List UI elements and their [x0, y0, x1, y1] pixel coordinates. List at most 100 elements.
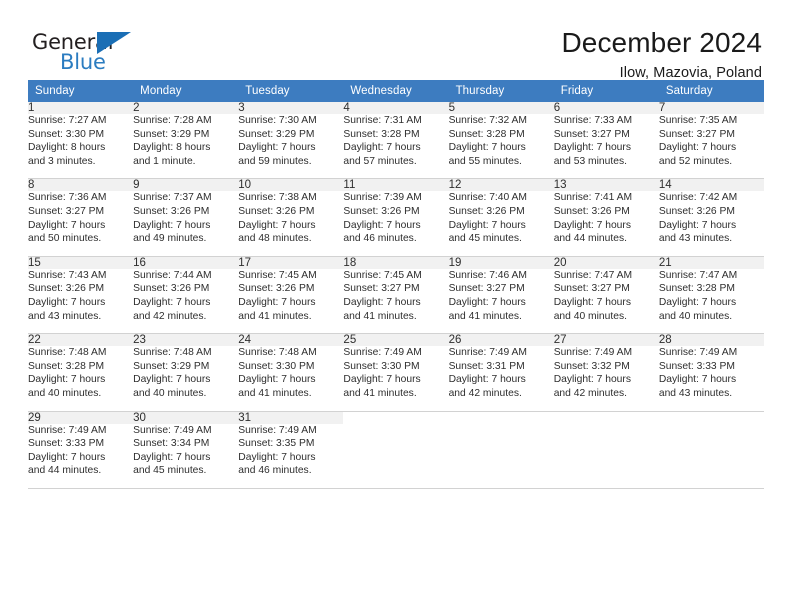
day-cell[interactable]: Sunrise: 7:48 AM Sunset: 3:28 PM Daylight:… — [28, 346, 133, 400]
day-cell[interactable]: Sunrise: 7:49 AM Sunset: 3:30 PM Daylight:… — [343, 346, 448, 400]
day-cell[interactable]: Sunrise: 7:49 AM Sunset: 3:31 PM Daylight:… — [449, 346, 554, 400]
general-blue-logo[interactable]: General Blue — [32, 28, 152, 78]
day-cell[interactable]: Sunrise: 7:42 AM Sunset: 3:26 PM Daylight:… — [659, 191, 764, 245]
day-cell[interactable]: Sunrise: 7:35 AM Sunset: 3:27 PM Daylight:… — [659, 114, 764, 168]
sunset-text: Sunset: 3:34 PM — [133, 438, 210, 450]
day-number[interactable]: 28 — [658, 333, 764, 347]
calendar-week-daynumbers: 1234567 — [28, 102, 764, 114]
daylight-text-line1: Daylight: 7 hours — [133, 451, 211, 463]
sunset-text: Sunset: 3:33 PM — [658, 360, 735, 372]
day-number[interactable]: 25 — [343, 333, 449, 347]
day-cell[interactable]: Sunrise: 7:39 AM Sunset: 3:26 PM Daylight:… — [343, 191, 448, 245]
daylight-text-line1: Daylight: 7 hours — [553, 296, 631, 308]
week-separator-line — [28, 400, 764, 412]
day-cell[interactable]: Sunrise: 7:36 AM Sunset: 3:27 PM Daylight:… — [28, 191, 133, 245]
day-cell[interactable]: Sunrise: 7:33 AM Sunset: 3:27 PM Daylight:… — [554, 114, 659, 168]
sunset-text: Sunset: 3:26 PM — [133, 205, 210, 217]
day-number[interactable]: 16 — [133, 256, 239, 269]
day-number[interactable]: 20 — [553, 256, 659, 269]
day-cell[interactable]: Sunrise: 7:37 AM Sunset: 3:26 PM Daylight:… — [133, 191, 238, 245]
day-number[interactable]: 9 — [133, 178, 239, 192]
day-cell[interactable]: Sunrise: 7:48 AM Sunset: 3:29 PM Daylight:… — [133, 346, 238, 400]
sunrise-text: Sunrise: 7:39 AM — [343, 192, 422, 204]
sunrise-text: Sunrise: 7:37 AM — [133, 192, 212, 204]
day-cell[interactable]: Sunrise: 7:28 AM Sunset: 3:29 PM Daylight:… — [133, 114, 238, 168]
day-cell[interactable]: Sunrise: 7:49 AM Sunset: 3:33 PM Daylight:… — [659, 346, 764, 400]
day-number[interactable]: 5 — [448, 102, 554, 114]
calendar-week-details: Sunrise: 7:48 AM Sunset: 3:28 PM Daylight:… — [28, 346, 764, 400]
day-cell[interactable]: Sunrise: 7:49 AM Sunset: 3:33 PM Daylight:… — [28, 424, 133, 478]
daylight-text-line2: and 45 minutes. — [448, 233, 522, 245]
day-cell[interactable]: Sunrise: 7:46 AM Sunset: 3:27 PM Daylight:… — [449, 269, 554, 323]
day-number[interactable]: 7 — [658, 102, 764, 114]
sunset-text: Sunset: 3:29 PM — [238, 128, 315, 140]
logo-text-blue: Blue — [60, 50, 106, 74]
day-number[interactable]: 29 — [28, 411, 134, 424]
sunset-text: Sunset: 3:26 PM — [343, 205, 420, 217]
day-cell[interactable]: Sunrise: 7:45 AM Sunset: 3:26 PM Daylight:… — [238, 269, 343, 323]
daylight-text-line2: and 40 minutes. — [553, 310, 627, 322]
day-number[interactable]: 1 — [28, 102, 134, 114]
day-cell[interactable]: Sunrise: 7:40 AM Sunset: 3:26 PM Daylight:… — [449, 191, 554, 245]
sunset-text: Sunset: 3:27 PM — [553, 283, 630, 295]
day-number[interactable]: 31 — [238, 411, 344, 424]
month-calendar: Sunday Monday Tuesday Wednesday Thursday… — [28, 80, 764, 489]
day-number[interactable]: 21 — [658, 256, 764, 269]
day-number[interactable]: 4 — [343, 102, 449, 114]
sunrise-text: Sunrise: 7:43 AM — [28, 269, 107, 281]
day-number[interactable]: 6 — [553, 102, 659, 114]
day-number[interactable]: 19 — [448, 256, 554, 269]
day-cell[interactable]: Sunrise: 7:47 AM Sunset: 3:27 PM Daylight:… — [554, 269, 659, 323]
day-cell[interactable]: Sunrise: 7:49 AM Sunset: 3:35 PM Daylight:… — [238, 424, 343, 478]
day-number[interactable]: 18 — [343, 256, 449, 269]
day-cell[interactable]: Sunrise: 7:43 AM Sunset: 3:26 PM Daylight:… — [28, 269, 133, 323]
daylight-text-line1: Daylight: 7 hours — [553, 374, 631, 386]
day-number[interactable]: 10 — [238, 178, 344, 192]
day-cell[interactable]: Sunrise: 7:31 AM Sunset: 3:28 PM Daylight:… — [343, 114, 448, 168]
daylight-text-line2: and 43 minutes. — [28, 310, 102, 322]
day-cell[interactable]: Sunrise: 7:38 AM Sunset: 3:26 PM Daylight:… — [238, 191, 343, 245]
day-cell[interactable]: Sunrise: 7:49 AM Sunset: 3:34 PM Daylight:… — [133, 424, 238, 478]
day-cell[interactable]: Sunrise: 7:47 AM Sunset: 3:28 PM Daylight:… — [659, 269, 764, 323]
daylight-text-line1: Daylight: 7 hours — [28, 219, 106, 231]
sunset-text: Sunset: 3:27 PM — [28, 205, 105, 217]
day-cell[interactable]: Sunrise: 7:30 AM Sunset: 3:29 PM Daylight:… — [238, 114, 343, 168]
day-number[interactable]: 22 — [28, 333, 134, 347]
day-number[interactable]: 27 — [553, 333, 659, 347]
day-number[interactable]: 17 — [238, 256, 344, 269]
daylight-text-line1: Daylight: 7 hours — [133, 219, 211, 231]
day-cell[interactable]: Sunrise: 7:41 AM Sunset: 3:26 PM Daylight:… — [554, 191, 659, 245]
day-number[interactable]: 14 — [658, 178, 764, 192]
sunset-text: Sunset: 3:28 PM — [28, 360, 105, 372]
day-cell[interactable]: Sunrise: 7:49 AM Sunset: 3:32 PM Daylight:… — [554, 346, 659, 400]
sunset-text: Sunset: 3:27 PM — [448, 283, 525, 295]
day-number[interactable]: 23 — [133, 333, 239, 347]
day-number[interactable]: 3 — [238, 102, 344, 114]
week-separator — [28, 323, 764, 335]
sunset-text: Sunset: 3:32 PM — [553, 360, 630, 372]
daylight-text-line2: and 3 minutes. — [28, 155, 96, 167]
day-number[interactable]: 11 — [343, 178, 449, 192]
day-cell[interactable]: Sunrise: 7:48 AM Sunset: 3:30 PM Daylight:… — [238, 346, 343, 400]
daylight-text-line2: and 52 minutes. — [658, 155, 733, 167]
day-number[interactable]: 12 — [448, 178, 554, 192]
day-number[interactable]: 26 — [448, 333, 554, 347]
day-number[interactable]: 15 — [28, 256, 134, 269]
day-number[interactable]: 8 — [28, 178, 134, 192]
day-number[interactable]: 30 — [133, 411, 239, 424]
day-cell[interactable]: Sunrise: 7:44 AM Sunset: 3:26 PM Daylight:… — [133, 269, 238, 323]
sunrise-text: Sunrise: 7:40 AM — [448, 192, 527, 204]
day-number[interactable]: 2 — [133, 102, 239, 114]
day-cell[interactable]: Sunrise: 7:27 AM Sunset: 3:30 PM Daylight:… — [28, 114, 133, 168]
day-cell[interactable]: Sunrise: 7:32 AM Sunset: 3:28 PM Daylight:… — [449, 114, 554, 168]
sunset-text: Sunset: 3:26 PM — [238, 283, 315, 295]
day-cell[interactable]: Sunrise: 7:45 AM Sunset: 3:27 PM Daylight:… — [343, 269, 448, 323]
day-number[interactable]: 13 — [553, 178, 659, 192]
sunset-text: Sunset: 3:30 PM — [28, 128, 105, 140]
daylight-text-line2: and 42 minutes. — [553, 387, 627, 399]
page-header: General Blue December 2024 Ilow, Mazovia… — [28, 0, 764, 81]
sunrise-text: Sunrise: 7:31 AM — [343, 115, 422, 126]
sunset-text: Sunset: 3:28 PM — [658, 283, 735, 295]
day-number[interactable]: 24 — [238, 333, 344, 347]
daylight-text-line2: and 48 minutes. — [238, 233, 312, 245]
